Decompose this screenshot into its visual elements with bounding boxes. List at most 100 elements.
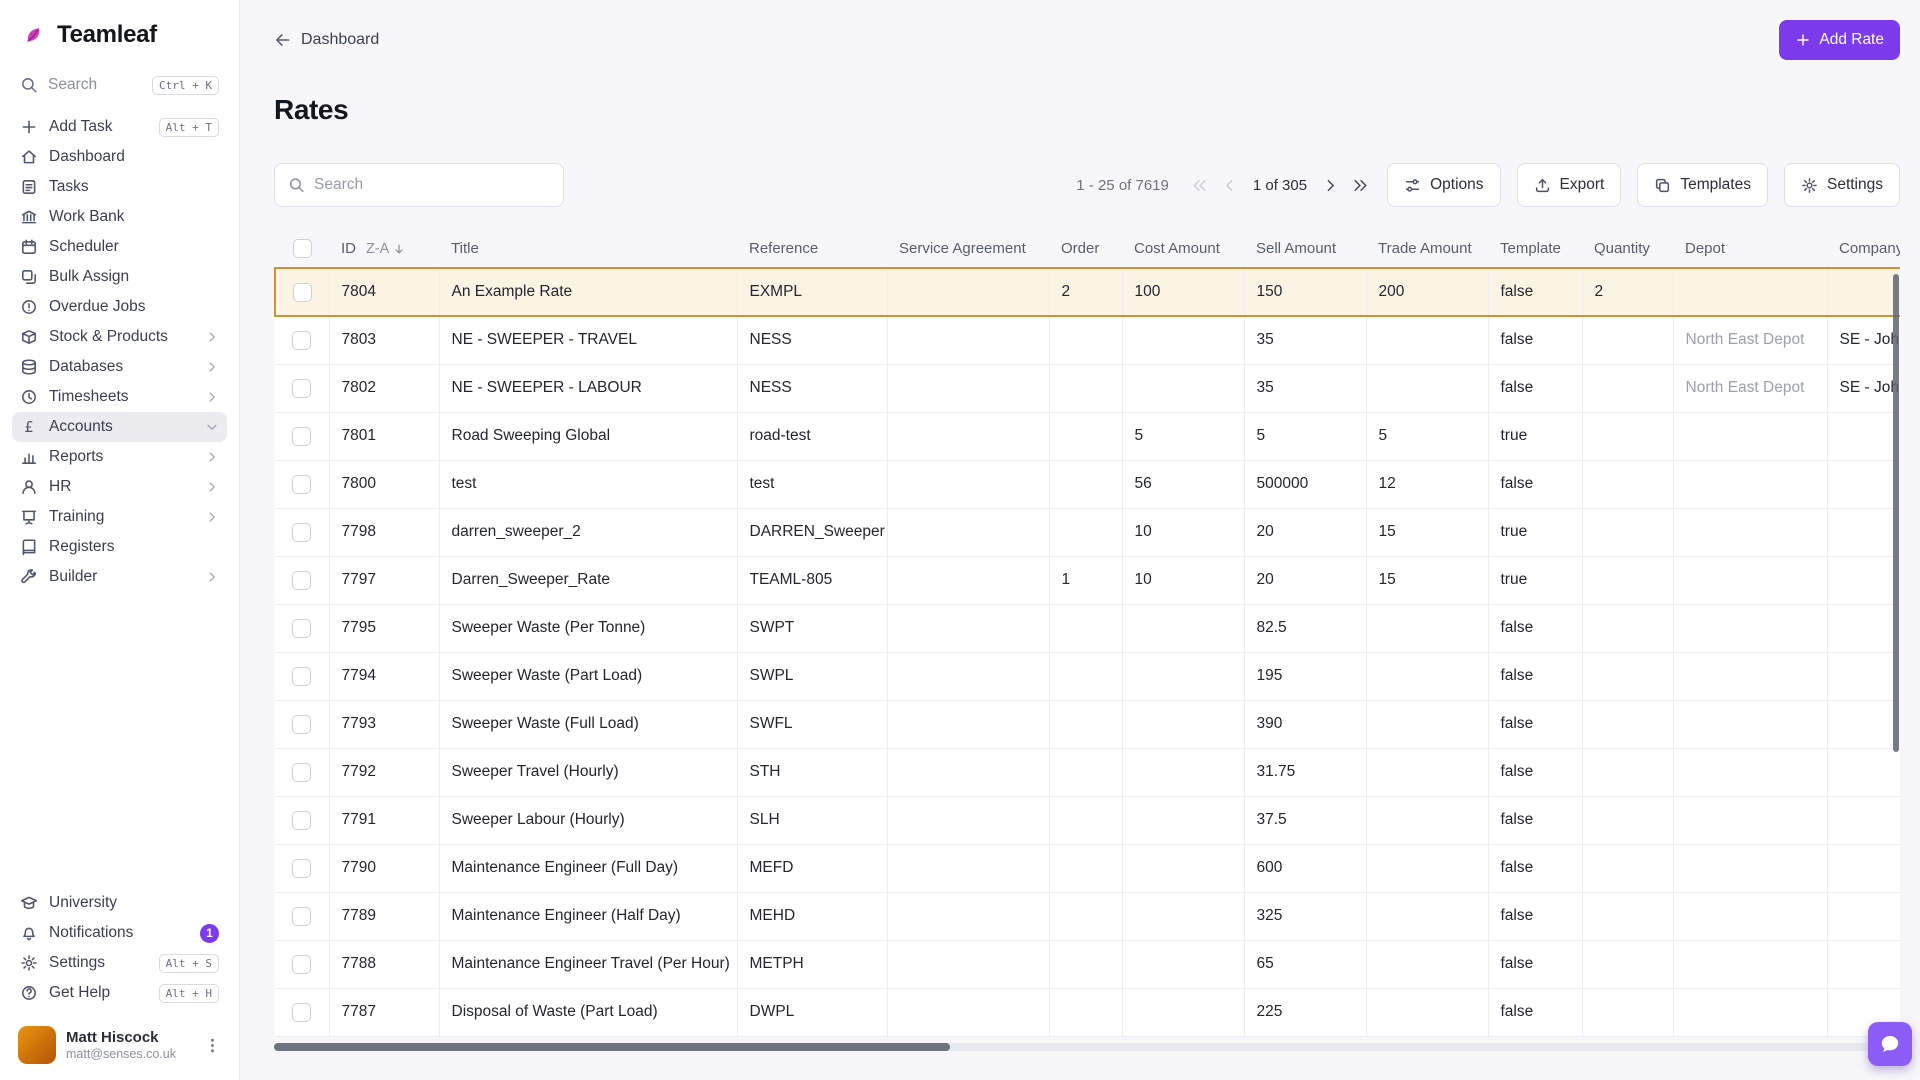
row-checkbox[interactable]	[292, 619, 311, 638]
cell-cost-amount: 100	[1122, 268, 1244, 316]
user-menu[interactable]: Matt Hiscock matt@senses.co.uk	[12, 1016, 227, 1068]
cell-trade-amount	[1366, 364, 1488, 412]
cell-quantity	[1582, 892, 1673, 940]
sidebar-item-registers[interactable]: Registers	[12, 532, 227, 562]
column-header-company[interactable]: Company	[1827, 230, 1900, 268]
table-search[interactable]	[274, 163, 564, 207]
options-button[interactable]: Options	[1387, 163, 1500, 207]
table-row[interactable]: 7789Maintenance Engineer (Half Day)MEHD3…	[275, 892, 1900, 940]
back-to-dashboard[interactable]: Dashboard	[274, 31, 379, 49]
table-row[interactable]: 7793Sweeper Waste (Full Load)SWFL390fals…	[275, 700, 1900, 748]
table-row[interactable]: 7801Road Sweeping Globalroad-test555true	[275, 412, 1900, 460]
table-row[interactable]: 7791Sweeper Labour (Hourly)SLH37.5false	[275, 796, 1900, 844]
table-row[interactable]: 7788Maintenance Engineer Travel (Per Hou…	[275, 940, 1900, 988]
sidebar-item-stock-products[interactable]: Stock & Products	[12, 322, 227, 352]
sidebar-item-builder[interactable]: Builder	[12, 562, 227, 592]
sidebar-item-add-task[interactable]: Add TaskAlt + T	[12, 112, 227, 142]
search-input[interactable]	[314, 176, 550, 194]
table-row[interactable]: 7787Disposal of Waste (Part Load)DWPL225…	[275, 988, 1900, 1036]
table-row[interactable]: 7802NE - SWEEPER - LABOURNESS35falseNort…	[275, 364, 1900, 412]
table-row[interactable]: 7790Maintenance Engineer (Full Day)MEFD6…	[275, 844, 1900, 892]
table-row[interactable]: 7803NE - SWEEPER - TRAVELNESS35falseNort…	[275, 316, 1900, 364]
row-checkbox[interactable]	[292, 763, 311, 782]
sidebar-item-dashboard[interactable]: Dashboard	[12, 142, 227, 172]
column-header-sell-amount[interactable]: Sell Amount	[1244, 230, 1366, 268]
column-header-order[interactable]: Order	[1049, 230, 1122, 268]
prev-page-button[interactable]	[1219, 174, 1241, 196]
column-header-trade-amount[interactable]: Trade Amount	[1366, 230, 1488, 268]
sidebar-item-training[interactable]: Training	[12, 502, 227, 532]
table-row[interactable]: 7794Sweeper Waste (Part Load)SWPL195fals…	[275, 652, 1900, 700]
table-row[interactable]: 7792Sweeper Travel (Hourly)STH31.75false	[275, 748, 1900, 796]
sidebar-item-scheduler[interactable]: Scheduler	[12, 232, 227, 262]
add-rate-button[interactable]: Add Rate	[1779, 20, 1900, 60]
cell-sell-amount: 5	[1244, 412, 1366, 460]
column-header-depot[interactable]: Depot	[1673, 230, 1827, 268]
sidebar-item-timesheets[interactable]: Timesheets	[12, 382, 227, 412]
templates-button[interactable]: Templates	[1637, 163, 1768, 207]
cell-trade-amount: 15	[1366, 508, 1488, 556]
horizontal-scrollbar[interactable]	[274, 1043, 1900, 1051]
chat-widget-button[interactable]	[1868, 1022, 1912, 1066]
sidebar-item-university[interactable]: University	[12, 888, 227, 918]
table-row[interactable]: 7800testtest5650000012false	[275, 460, 1900, 508]
row-checkbox[interactable]	[292, 715, 311, 734]
sidebar-item-accounts[interactable]: £Accounts	[12, 412, 227, 442]
column-header-quantity[interactable]: Quantity	[1582, 230, 1673, 268]
vertical-scrollbar[interactable]	[1893, 274, 1899, 752]
column-header-cost-amount[interactable]: Cost Amount	[1122, 230, 1244, 268]
column-header-template[interactable]: Template	[1488, 230, 1582, 268]
horizontal-scrollbar-thumb[interactable]	[274, 1043, 950, 1051]
cell-quantity	[1582, 412, 1673, 460]
cell-sell-amount: 35	[1244, 364, 1366, 412]
cell-service-agreement	[887, 652, 1049, 700]
svg-text:£: £	[24, 419, 33, 436]
row-checkbox[interactable]	[292, 859, 311, 878]
select-all-checkbox[interactable]	[293, 239, 312, 258]
row-checkbox[interactable]	[292, 1003, 311, 1022]
sort-indicator[interactable]: Z-A	[366, 241, 406, 257]
row-checkbox[interactable]	[292, 379, 311, 398]
table-row[interactable]: 7804An Example RateEXMPL2100150200false2	[275, 268, 1900, 316]
sidebar-item-work-bank[interactable]: Work Bank	[12, 202, 227, 232]
row-checkbox[interactable]	[292, 523, 311, 542]
table-row[interactable]: 7797Darren_Sweeper_RateTEAML-8051102015t…	[275, 556, 1900, 604]
first-page-button[interactable]	[1189, 174, 1211, 196]
sidebar-item-settings[interactable]: SettingsAlt + S	[12, 948, 227, 978]
row-checkbox[interactable]	[292, 475, 311, 494]
row-checkbox[interactable]	[293, 283, 312, 302]
sidebar-search[interactable]: Search Ctrl + K	[12, 68, 227, 102]
topbar: Dashboard Add Rate	[274, 16, 1900, 64]
cell-id: 7798	[329, 508, 439, 556]
chevron-right-icon	[205, 390, 219, 404]
table-row[interactable]: 7795Sweeper Waste (Per Tonne)SWPT82.5fal…	[275, 604, 1900, 652]
row-checkbox[interactable]	[292, 667, 311, 686]
sidebar-item-databases[interactable]: Databases	[12, 352, 227, 382]
sidebar-item-label: HR	[49, 478, 71, 496]
table-row[interactable]: 7798darren_sweeper_2DARREN_Sweeper102015…	[275, 508, 1900, 556]
row-checkbox[interactable]	[292, 811, 311, 830]
sidebar-item-get-help[interactable]: Get HelpAlt + H	[12, 978, 227, 1008]
column-header-service-agreement[interactable]: Service Agreement	[887, 230, 1049, 268]
column-header-title[interactable]: Title	[439, 230, 737, 268]
row-checkbox[interactable]	[292, 427, 311, 446]
table-settings-button[interactable]: Settings	[1784, 163, 1900, 207]
row-checkbox[interactable]	[292, 331, 311, 350]
sidebar-item-notifications[interactable]: Notifications1	[12, 918, 227, 948]
row-checkbox[interactable]	[292, 571, 311, 590]
last-page-button[interactable]	[1349, 174, 1371, 196]
next-page-button[interactable]	[1319, 174, 1341, 196]
sidebar-item-tasks[interactable]: Tasks	[12, 172, 227, 202]
row-checkbox[interactable]	[292, 907, 311, 926]
sidebar-item-bulk-assign[interactable]: Bulk Assign	[12, 262, 227, 292]
column-header-id[interactable]: IDZ-A	[329, 230, 439, 268]
column-header-reference[interactable]: Reference	[737, 230, 887, 268]
sidebar-item-overdue-jobs[interactable]: Overdue Jobs	[12, 292, 227, 322]
sidebar-item-hr[interactable]: HR	[12, 472, 227, 502]
sidebar-item-reports[interactable]: Reports	[12, 442, 227, 472]
chevron-right-icon	[205, 480, 219, 494]
kebab-menu-icon[interactable]	[204, 1037, 221, 1054]
export-button[interactable]: Export	[1517, 163, 1622, 207]
row-checkbox[interactable]	[292, 955, 311, 974]
cell-order	[1049, 652, 1122, 700]
